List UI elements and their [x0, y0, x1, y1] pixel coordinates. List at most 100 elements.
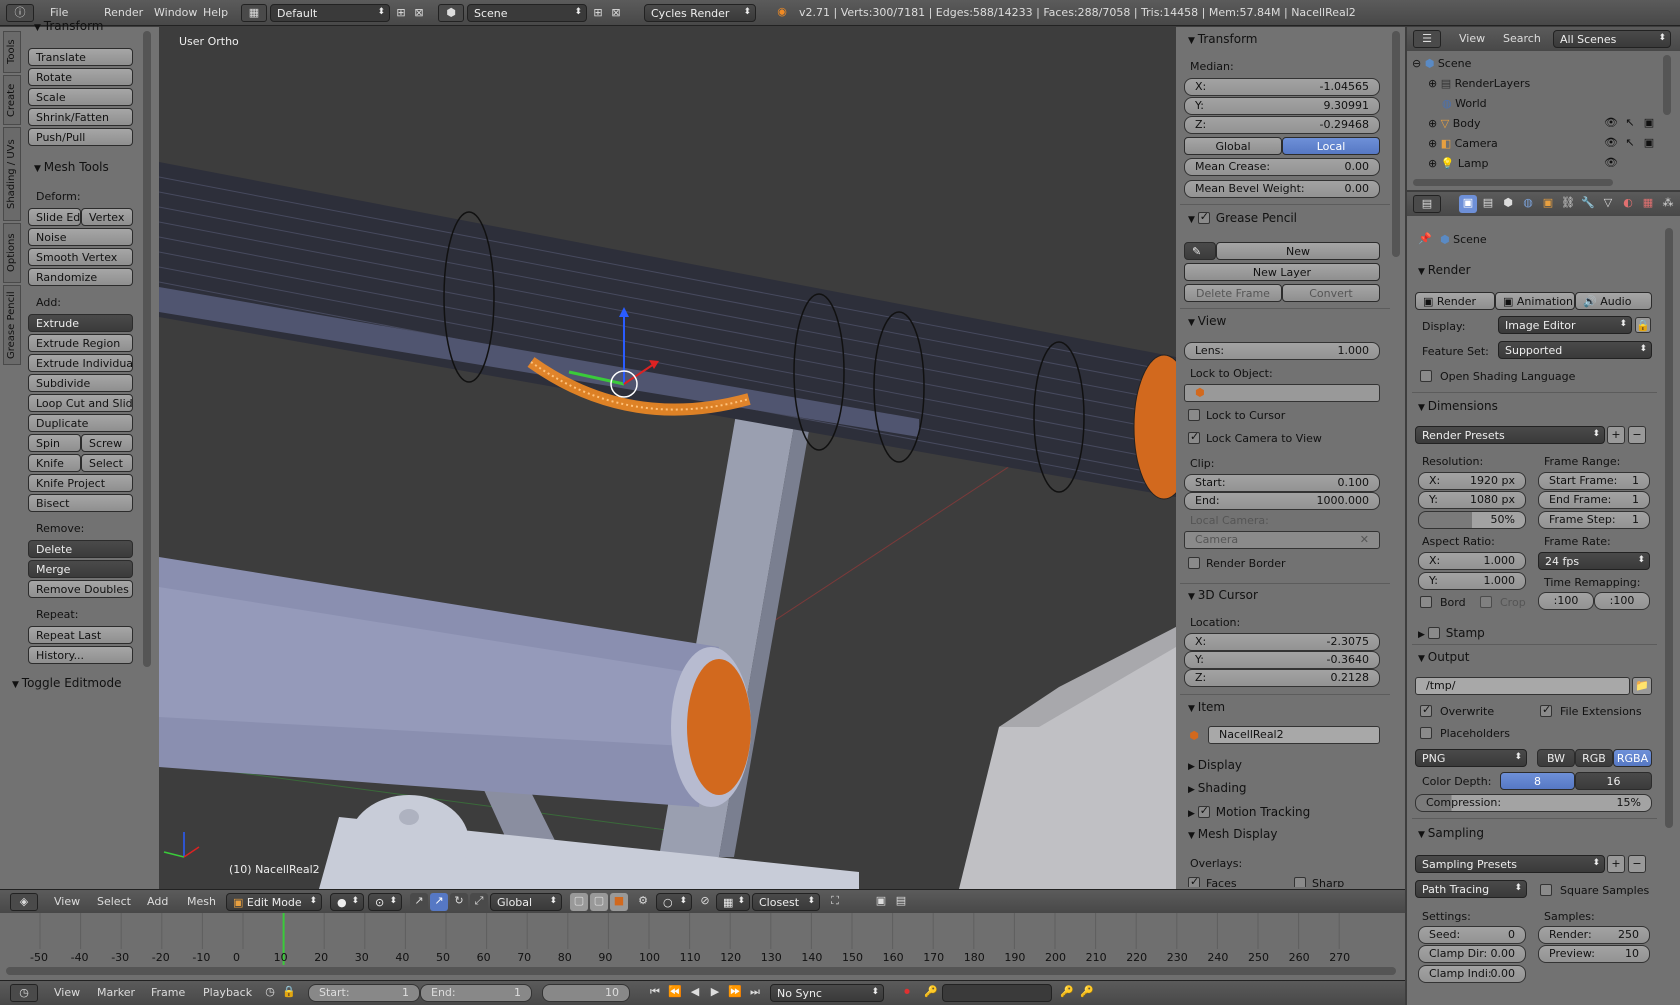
resolution-x-field[interactable]: X: 1920 px: [1418, 472, 1526, 490]
render-engine-dropdown[interactable]: Cycles Render: [644, 4, 756, 22]
record-icon[interactable]: ⏺: [898, 984, 916, 1000]
properties-scrollbar[interactable]: [1665, 228, 1673, 828]
timeline-frame-menu[interactable]: Frame: [151, 986, 185, 999]
timeline-view-menu[interactable]: View: [54, 986, 80, 999]
remove-doubles-button[interactable]: Remove Doubles: [28, 580, 133, 598]
add-preset-icon[interactable]: +: [1607, 426, 1625, 444]
bw-toggle[interactable]: BW: [1537, 749, 1575, 767]
render-presets-dropdown[interactable]: Render Presets: [1415, 426, 1605, 444]
display-lock-icon[interactable]: 🔒: [1635, 317, 1651, 333]
tab-grease-pencil[interactable]: Grease Pencil: [3, 285, 21, 365]
noise-button[interactable]: Noise: [28, 228, 133, 246]
constraints-tab-icon[interactable]: ⛓: [1559, 195, 1577, 211]
select-arrow-icon[interactable]: ↖: [1623, 135, 1637, 151]
time-remap-old-field[interactable]: :100: [1538, 592, 1594, 610]
snap-target-dropdown[interactable]: Closest: [752, 893, 820, 911]
extrude-individual-button[interactable]: Extrude Individual: [28, 354, 133, 372]
visibility-eye-icon[interactable]: 👁: [1604, 135, 1618, 151]
delete-frame-button[interactable]: Delete Frame: [1184, 284, 1282, 302]
view3d-mesh-menu[interactable]: Mesh: [187, 895, 216, 908]
outliner-editor-icon[interactable]: ☰: [1413, 30, 1441, 48]
vertex-slide-button[interactable]: Vertex: [81, 208, 133, 226]
new-layer-button[interactable]: New Layer: [1184, 263, 1380, 281]
limit-selection-icon[interactable]: ⚙: [634, 893, 652, 909]
outliner-scrollbar[interactable]: [1663, 55, 1671, 115]
rotate-manipulator-icon[interactable]: ↻: [450, 893, 468, 911]
output-header[interactable]: Output: [1418, 650, 1470, 664]
median-x-field[interactable]: X: -1.04565: [1184, 78, 1380, 96]
particles-tab-icon[interactable]: ⁂: [1659, 195, 1677, 211]
scene-tab-icon[interactable]: ⬢: [1499, 195, 1517, 211]
timeline-playback-menu[interactable]: Playback: [203, 986, 252, 999]
select-arrow-icon[interactable]: ↖: [1623, 115, 1637, 131]
jump-start-icon[interactable]: ⏮: [646, 984, 664, 1000]
data-tab-icon[interactable]: ▽: [1599, 195, 1617, 211]
display-dropdown[interactable]: Image Editor: [1498, 316, 1632, 334]
audio-button[interactable]: 🔊 Audio: [1575, 292, 1652, 310]
remove-screen-icon[interactable]: ⊠: [411, 5, 427, 21]
outliner-hscrollbar[interactable]: [1413, 179, 1613, 186]
delete-dropdown[interactable]: Delete: [28, 540, 133, 558]
toggle-editmode-header[interactable]: Toggle Editmode: [12, 676, 122, 690]
sync-mode-dropdown[interactable]: No Sync: [770, 984, 884, 1002]
insert-keyframe-icon[interactable]: 🔑: [1058, 984, 1076, 1000]
remove-sampling-preset-icon[interactable]: −: [1628, 855, 1646, 873]
delete-keyframe-icon[interactable]: 🔑: [1078, 984, 1096, 1000]
clamp-direct-field[interactable]: Clamp Dir: 0.00: [1418, 945, 1526, 963]
view3d-view-menu[interactable]: View: [54, 895, 80, 908]
preview-samples-field[interactable]: Preview: 10: [1538, 945, 1650, 963]
world-tab-icon[interactable]: ◍: [1519, 195, 1537, 211]
convert-button[interactable]: Convert: [1282, 284, 1380, 302]
lock-camera-checkbox[interactable]: [1188, 430, 1200, 444]
render-layers-tab-icon[interactable]: ▤: [1479, 195, 1497, 211]
outliner-item-camera[interactable]: ⊕ ◧ Camera: [1428, 137, 1498, 150]
global-toggle[interactable]: Global: [1184, 137, 1282, 155]
clamp-indirect-field[interactable]: Clamp Indi: 0.00: [1418, 965, 1526, 983]
smooth-vertex-button[interactable]: Smooth Vertex: [28, 248, 133, 266]
sampling-presets-dropdown[interactable]: Sampling Presets: [1415, 855, 1605, 873]
info-editor-icon[interactable]: ⓘ: [6, 4, 34, 22]
frame-rate-dropdown[interactable]: 24 fps: [1538, 552, 1650, 570]
dimensions-header[interactable]: Dimensions: [1418, 399, 1498, 413]
motion-tracking-header[interactable]: Motion Tracking: [1188, 804, 1310, 819]
current-frame-field[interactable]: 10: [542, 984, 630, 1002]
mean-crease-field[interactable]: Mean Crease: 0.00: [1184, 158, 1380, 176]
screen-layout-field[interactable]: Default: [270, 4, 390, 22]
loop-cut-button[interactable]: Loop Cut and Slide: [28, 394, 133, 412]
jump-keyframe-back-icon[interactable]: ⏪: [666, 984, 684, 1000]
repeat-last-button[interactable]: Repeat Last: [28, 626, 133, 644]
aspect-x-field[interactable]: X: 1.000: [1418, 552, 1526, 570]
outliner-item-body[interactable]: ⊕ ▽ Body: [1428, 117, 1480, 130]
clip-end-field[interactable]: End: 1000.000: [1184, 492, 1380, 510]
lock-range-icon[interactable]: 🔒: [281, 984, 297, 1000]
timeline-hscrollbar[interactable]: [6, 967, 1396, 975]
median-z-field[interactable]: Z: -0.29468: [1184, 116, 1380, 134]
end-frame-field[interactable]: End Frame: 1: [1538, 491, 1650, 509]
grease-pencil-new-button[interactable]: New: [1216, 242, 1380, 260]
resolution-percent-field[interactable]: 50%: [1418, 511, 1526, 529]
feature-set-dropdown[interactable]: Supported: [1498, 341, 1652, 359]
render-panel-header[interactable]: Render: [1418, 263, 1471, 277]
render-samples-field[interactable]: Render: 250: [1538, 926, 1650, 944]
outliner-item-renderlayers[interactable]: ⊕ ▤ RenderLayers: [1428, 77, 1530, 90]
slide-edge-button[interactable]: Slide Ed: [28, 208, 81, 226]
path-tracing-dropdown[interactable]: Path Tracing: [1415, 880, 1527, 898]
faces-checkbox[interactable]: [1188, 875, 1200, 887]
timeline-start-field[interactable]: Start: 1: [308, 984, 420, 1002]
tool-shelf-scrollbar[interactable]: [143, 31, 151, 667]
motion-tracking-checkbox[interactable]: [1197, 804, 1210, 818]
preview-range-icon[interactable]: ◷: [262, 984, 278, 1000]
time-remap-new-field[interactable]: :100: [1594, 592, 1650, 610]
cursor-z-field[interactable]: Z: 0.2128: [1184, 669, 1380, 687]
local-camera-field[interactable]: Camera ✕: [1184, 531, 1380, 549]
viewport-shading-dropdown[interactable]: ●: [330, 893, 364, 911]
aspect-y-field[interactable]: Y: 1.000: [1418, 572, 1526, 590]
view3d-editor-icon[interactable]: ◈: [10, 893, 38, 911]
placeholders-checkbox[interactable]: [1420, 727, 1432, 739]
screw-button[interactable]: Screw: [81, 434, 133, 452]
mean-bevel-field[interactable]: Mean Bevel Weight: 0.00: [1184, 180, 1380, 198]
median-y-field[interactable]: Y: 9.30991: [1184, 97, 1380, 115]
visibility-eye-icon[interactable]: 👁: [1604, 115, 1618, 131]
menu-help[interactable]: Help: [203, 6, 228, 19]
stamp-header[interactable]: Stamp: [1418, 625, 1485, 640]
